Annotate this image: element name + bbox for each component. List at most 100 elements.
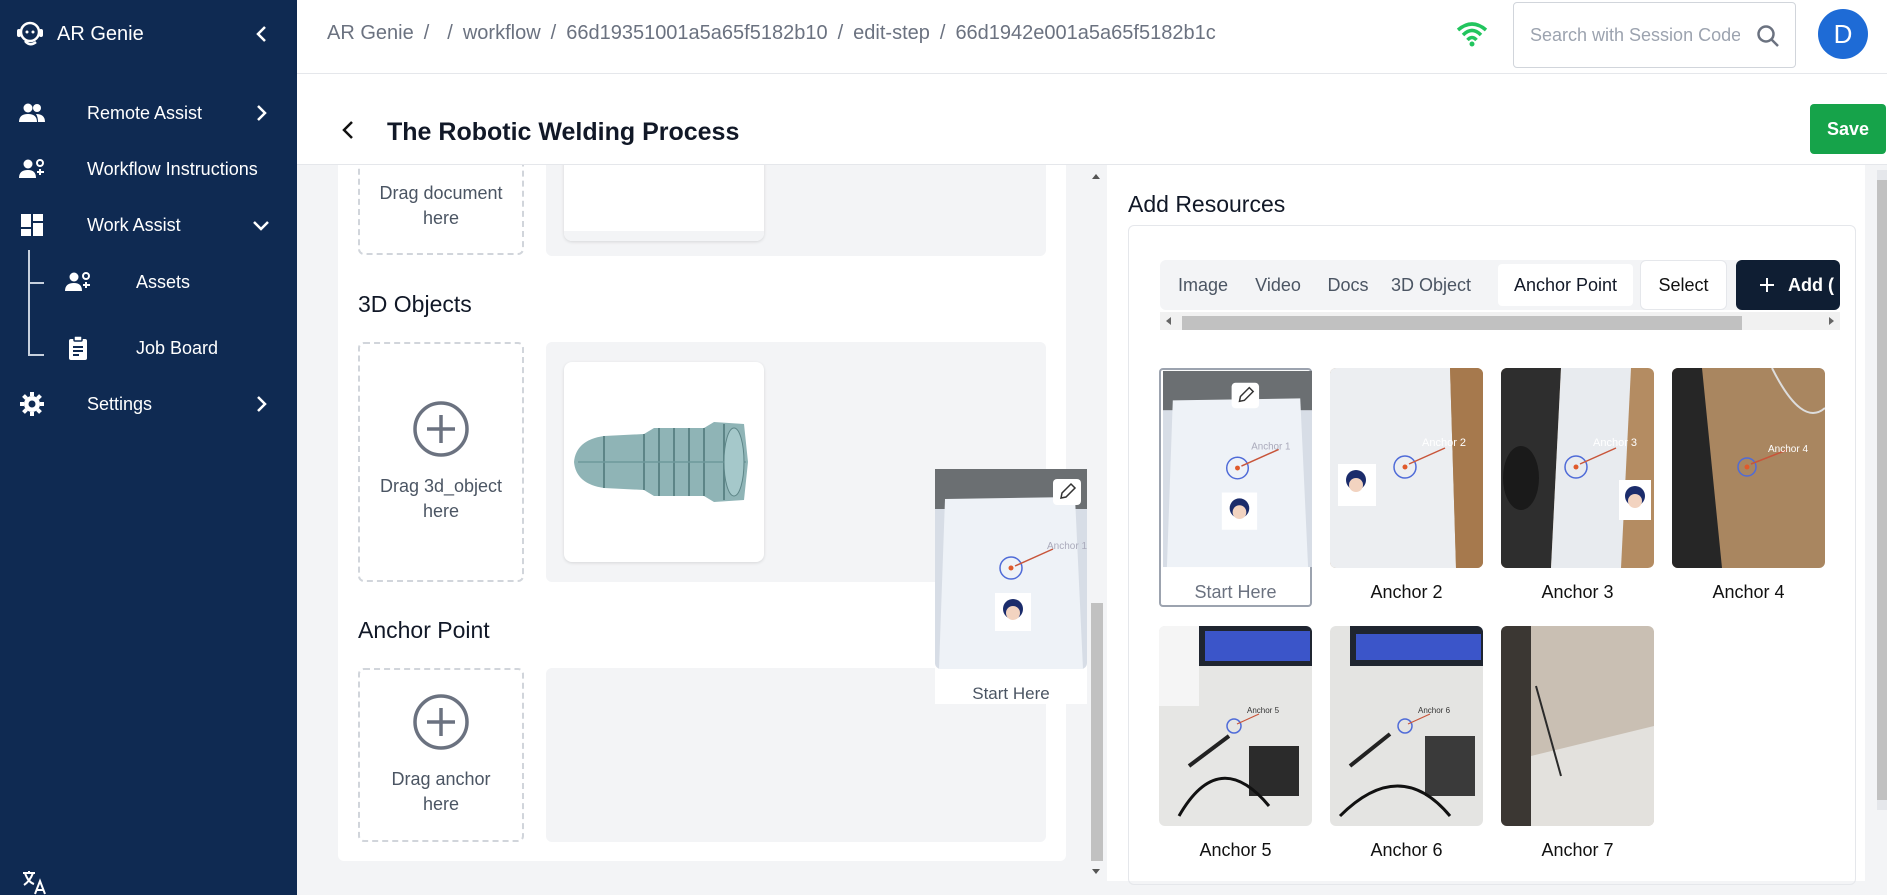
- workflow-users-icon: [19, 159, 44, 178]
- anchor-item[interactable]: Anchor 6 Anchor 6: [1330, 626, 1483, 861]
- top-bar: AR Genie / / workflow / 66d19351001a5a65…: [297, 0, 1887, 74]
- search-icon[interactable]: [1755, 23, 1781, 49]
- add-circle-icon: [413, 694, 469, 750]
- anchor-photo: Anchor 4: [1672, 368, 1825, 568]
- drop-zone-label: Drag document here: [379, 183, 503, 228]
- scroll-thumb[interactable]: [1182, 316, 1742, 330]
- scroll-thumb[interactable]: [1091, 603, 1103, 861]
- select-button[interactable]: Select: [1640, 260, 1727, 310]
- anchor-tag: Anchor 2: [1422, 437, 1466, 449]
- sidebar-item-assets[interactable]: Assets: [0, 258, 297, 306]
- scroll-down-icon[interactable]: [1088, 865, 1104, 879]
- anchor-item[interactable]: Anchor 3 Anchor 3: [1501, 368, 1654, 603]
- anchor-drop-zone[interactable]: Drag anchor here: [358, 668, 524, 842]
- resource-tabs: Image Video Docs 3D Object Anchor Point …: [1160, 260, 1840, 310]
- anchor-label: Start Here: [972, 684, 1050, 703]
- anchor-label: Anchor 3: [1541, 582, 1614, 602]
- left-scrollbar[interactable]: [1088, 165, 1104, 881]
- back-arrow-icon[interactable]: [335, 116, 363, 144]
- title-bar: The Robotic Welding Process Save: [297, 74, 1887, 165]
- sidebar-item-remote-assist[interactable]: Remote Assist: [0, 89, 297, 137]
- plus-icon: [1760, 278, 1774, 292]
- anchor-item[interactable]: Anchor 2 Anchor 2: [1330, 368, 1483, 603]
- anchor-photo: Anchor 5: [1159, 626, 1312, 826]
- section-title-add-resources: Add Resources: [1128, 191, 1286, 217]
- anchor-tag: Anchor 1: [1251, 441, 1290, 452]
- scroll-right-icon[interactable]: [1824, 312, 1838, 330]
- sidebar-item-label: Remote Assist: [87, 102, 203, 123]
- tab-3d-object[interactable]: 3D Object: [1386, 265, 1476, 305]
- breadcrumb-separator: /: [837, 22, 844, 44]
- anchor-label: Anchor 5: [1199, 840, 1272, 860]
- sidebar-item-label: Settings: [87, 393, 153, 414]
- anchor-photo: Anchor 1: [935, 469, 1087, 669]
- document-tray: [546, 165, 1046, 256]
- scroll-up-icon[interactable]: [1088, 169, 1104, 183]
- tab-anchor-point[interactable]: Anchor Point: [1498, 264, 1633, 306]
- drop-zone-label: Drag 3d_object here: [379, 476, 503, 521]
- anchor-label: Anchor 4: [1712, 582, 1785, 602]
- anchor-photo: Anchor 1: [1161, 370, 1314, 570]
- add-resource-label: Add (: [1788, 274, 1834, 295]
- sidebar-item-label: Work Assist: [87, 214, 181, 235]
- tab-docs[interactable]: Docs: [1318, 265, 1378, 305]
- breadcrumb-item[interactable]: edit-step: [853, 22, 930, 45]
- breadcrumb-item[interactable]: AR Genie: [327, 22, 414, 45]
- breadcrumb-separator: /: [423, 22, 430, 44]
- anchor-item[interactable]: Anchor 5 Anchor 5: [1159, 626, 1312, 861]
- sidebar: AR Genie Remote Assist Workflow Instruct…: [0, 0, 297, 895]
- breadcrumb-item[interactable]: workflow: [463, 22, 541, 45]
- anchor-label: Start Here: [1194, 582, 1277, 602]
- wifi-icon: [1456, 22, 1488, 47]
- breadcrumb-item[interactable]: 66d19351001a5a65f5182b10: [566, 22, 827, 45]
- document-drop-zone[interactable]: Drag document here: [358, 165, 524, 255]
- tab-video[interactable]: Video: [1246, 265, 1310, 305]
- avatar[interactable]: D: [1818, 9, 1868, 59]
- page-title: The Robotic Welding Process: [387, 118, 740, 146]
- breadcrumb-item[interactable]: 66d1942e001a5a65f5182b1c: [955, 22, 1215, 45]
- turbine-model-image: [574, 422, 748, 502]
- anchor-photo: [1501, 626, 1654, 826]
- add-resources-panel: Add Resources Image Video Docs 3D Object…: [1107, 165, 1865, 885]
- anchor-tag: Anchor 4: [1768, 444, 1808, 455]
- add-resource-button[interactable]: Add (: [1736, 260, 1840, 310]
- 3d-object-thumbnail[interactable]: [564, 362, 764, 562]
- svg-text:Anchor 1: Anchor 1: [1047, 541, 1087, 552]
- sidebar-item-job-board[interactable]: Job Board: [0, 324, 297, 372]
- clipboard-icon: [69, 335, 87, 360]
- save-button[interactable]: Save: [1810, 104, 1886, 154]
- search-input[interactable]: [1530, 24, 1740, 46]
- anchor-tag: Anchor 3: [1593, 437, 1637, 449]
- anchor-label: Anchor 7: [1541, 840, 1614, 860]
- assets-icon: [65, 272, 90, 291]
- 3d-object-drop-zone[interactable]: Drag 3d_object here: [358, 342, 524, 582]
- anchor-label: Anchor 6: [1370, 840, 1443, 860]
- anchor-photo: Anchor 2: [1330, 368, 1483, 568]
- dragging-anchor-item[interactable]: Anchor 1 Start Here: [935, 469, 1087, 704]
- breadcrumb-separator: /: [939, 22, 946, 44]
- sidebar-item-work-assist[interactable]: Work Assist: [0, 201, 297, 249]
- tabs-scrollbar[interactable]: [1160, 312, 1840, 330]
- anchor-label: Anchor 2: [1370, 582, 1443, 602]
- section-title-3d-objects: 3D Objects: [358, 291, 472, 317]
- sidebar-item-label: Job Board: [136, 337, 219, 358]
- anchor-item[interactable]: Anchor 4 Anchor 4: [1672, 368, 1825, 603]
- translate-icon[interactable]: [20, 868, 48, 895]
- tab-image[interactable]: Image: [1168, 265, 1238, 305]
- users-icon: [19, 103, 45, 122]
- drop-zone-label: Drag anchor here: [391, 769, 491, 814]
- collapse-sidebar-icon[interactable]: [250, 22, 274, 46]
- chevron-right-icon: [257, 105, 267, 121]
- scroll-thumb[interactable]: [1877, 180, 1887, 800]
- sidebar-item-label: Assets: [136, 271, 191, 292]
- right-scrollbar[interactable]: [1877, 170, 1887, 810]
- app-name: AR Genie: [57, 22, 144, 45]
- anchor-item-start-here[interactable]: Anchor 1 Start Here: [1159, 368, 1312, 607]
- sidebar-item-workflow-instructions[interactable]: Workflow Instructions: [0, 145, 297, 193]
- sidebar-item-settings[interactable]: Settings: [0, 380, 297, 428]
- brand[interactable]: AR Genie: [14, 16, 144, 52]
- scroll-left-icon[interactable]: [1162, 312, 1176, 330]
- session-search: [1513, 2, 1796, 68]
- anchor-item[interactable]: Anchor 7: [1501, 626, 1654, 861]
- document-thumbnail[interactable]: [564, 165, 764, 241]
